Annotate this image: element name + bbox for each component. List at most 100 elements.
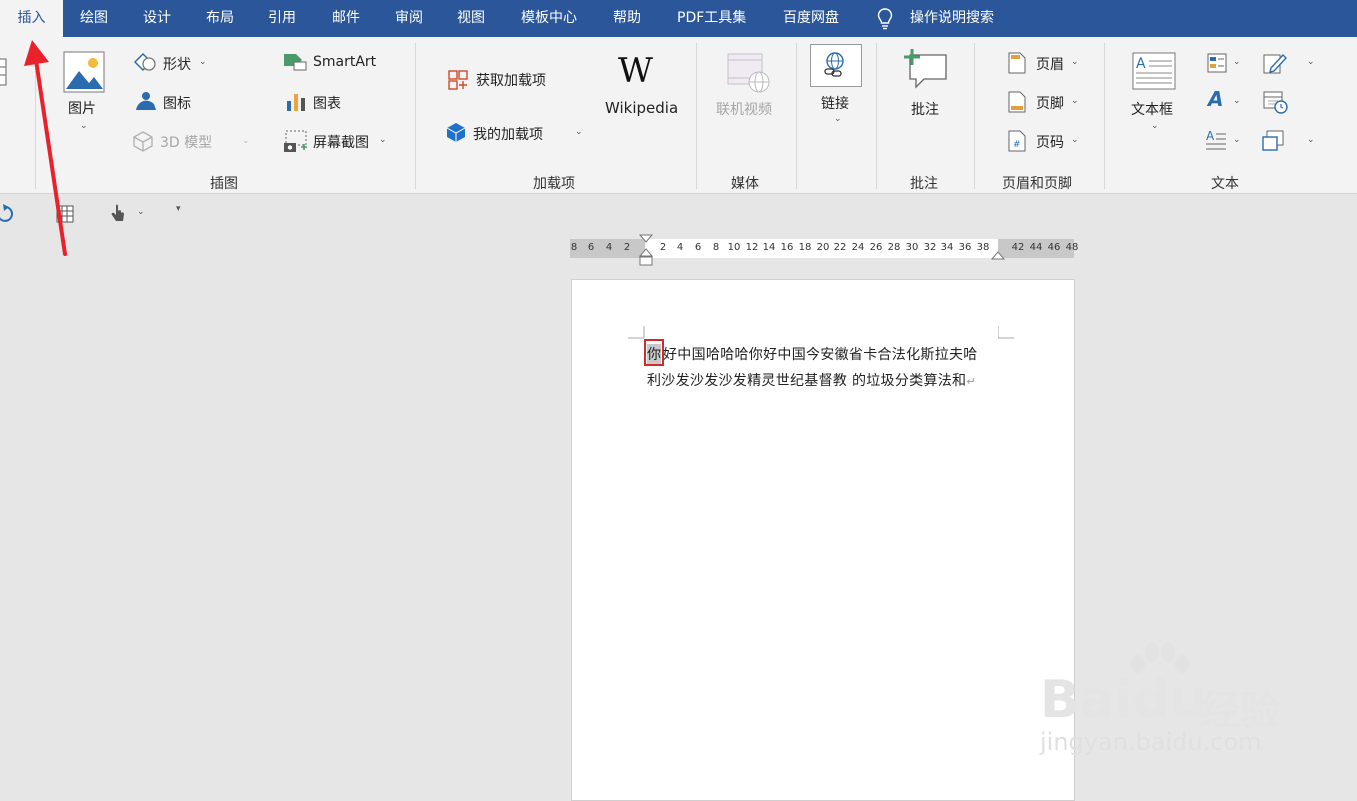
group-label-addins: 加载项 [533,176,575,192]
ruler-tick-label: 34 [940,242,954,253]
textbox-button[interactable]: 文本框 [1131,99,1173,119]
chevron-down-icon[interactable]: ⌄ [1307,57,1315,67]
redo-icon[interactable] [0,204,16,224]
get-addins-button[interactable]: 获取加载项 [476,70,546,90]
shapes-icon[interactable] [132,51,158,73]
ruler-tick-label: 28 [887,242,901,253]
chevron-down-icon[interactable]: ⌄ [1233,135,1241,145]
store-icon[interactable] [447,67,471,91]
page-number-icon[interactable]: # [1008,130,1026,152]
wikipedia-button[interactable]: Wikipedia [605,99,678,117]
document-page[interactable]: 你 好中国哈哈哈你好中国今安徽省卡合法化斯拉夫哈 利沙发沙发沙发精灵世纪基督教 … [571,279,1075,801]
separator [876,43,877,189]
document-line-2[interactable]: 利沙发沙发沙发精灵世纪基督教 的垃圾分类算法和↵ [647,370,976,390]
ruler-tick-label: 8 [712,242,720,253]
new-comment-icon[interactable] [900,47,950,93]
ruler-tick-label: 6 [587,242,595,253]
customize-qat-icon[interactable]: ▾ [176,204,181,214]
tab-pdf-tools[interactable]: PDF工具集 [677,0,746,37]
screenshot-button[interactable]: 屏幕截图 [313,132,369,152]
icons-button[interactable]: 图标 [163,93,191,113]
chevron-down-icon[interactable]: ⌄ [1071,96,1079,106]
chart-button[interactable]: 图表 [313,93,341,113]
ribbon-tab-bar: 插入 绘图 设计 布局 引用 邮件 审阅 视图 模板中心 帮助 PDF工具集 百… [0,0,1357,37]
chevron-down-icon[interactable]: ⌄ [137,207,145,217]
margin-corner-mark [998,326,1014,339]
my-addins-icon[interactable] [445,121,467,143]
ruler-tick-label: 2 [659,242,667,253]
chevron-down-icon[interactable]: ⌄ [1233,96,1241,106]
wikipedia-icon[interactable]: W [618,51,653,91]
chevron-down-icon[interactable]: ⌄ [1233,57,1241,67]
lightbulb-icon[interactable] [877,8,893,30]
watermark-url: jingyan.baidu.com [1040,728,1262,756]
chevron-down-icon[interactable]: ⌄ [1071,135,1079,145]
chevron-down-icon[interactable]: ⌄ [199,57,207,67]
selected-text[interactable]: 你 [647,344,662,364]
object-icon[interactable] [1262,130,1286,152]
table-icon[interactable] [0,57,8,87]
tab-references[interactable]: 引用 [268,0,296,37]
tab-view[interactable]: 视图 [457,0,485,37]
cube-3d-icon [133,131,153,152]
textbox-icon[interactable]: A [1132,52,1176,90]
tab-review[interactable]: 审阅 [395,0,423,37]
tab-mailings[interactable]: 邮件 [332,0,360,37]
smartart-button[interactable]: SmartArt [313,54,376,70]
footer-icon[interactable] [1008,91,1026,113]
chevron-down-icon[interactable]: ⌄ [1071,57,1079,67]
chevron-down-icon[interactable]: ⌄ [1151,121,1159,131]
tab-draw[interactable]: 绘图 [80,0,108,37]
tab-template-center[interactable]: 模板中心 [521,0,577,37]
chevron-down-icon[interactable]: ⌄ [834,114,842,124]
screenshot-icon[interactable] [283,129,309,153]
tab-baidu-netdisk[interactable]: 百度网盘 [783,0,839,37]
touch-mode-icon[interactable] [110,204,126,224]
drop-cap-icon[interactable]: A [1205,129,1227,151]
tab-design[interactable]: 设计 [143,0,171,37]
ruler-tick-label: 22 [833,242,847,253]
document-line-1[interactable]: 好中国哈哈哈你好中国今安徽省卡合法化斯拉夫哈 [663,344,978,364]
indent-marker-icon[interactable] [639,234,653,268]
comment-button[interactable]: 批注 [911,99,939,119]
tab-layout[interactable]: 布局 [206,0,234,37]
tab-help[interactable]: 帮助 [613,0,641,37]
ruler-tick-label: 16 [780,242,794,253]
ruler-tick-label: 14 [762,242,776,253]
chevron-down-icon[interactable]: ⌄ [80,121,88,131]
link-button[interactable]: 链接 [821,93,849,113]
header-icon[interactable] [1008,52,1026,74]
chevron-down-icon[interactable]: ⌄ [379,135,387,145]
separator [796,43,797,189]
footer-button[interactable]: 页脚 [1036,93,1064,113]
icons-icon[interactable] [134,90,158,112]
my-addins-button[interactable]: 我的加载项 [473,124,543,144]
ruler-tick-label: 20 [816,242,830,253]
group-label-comments: 批注 [910,176,938,192]
right-indent-marker-icon[interactable] [991,249,1005,261]
wordart-icon[interactable]: A [1208,87,1223,111]
page-number-button[interactable]: 页码 [1036,132,1064,152]
link-icon-box[interactable] [810,44,862,87]
ruler-tick-label: 18 [798,242,812,253]
tell-me-search[interactable]: 操作说明搜索 [910,0,994,37]
svg-text:A: A [1136,56,1146,72]
signature-line-icon[interactable] [1263,52,1287,74]
smartart-icon[interactable] [282,52,308,72]
chart-icon[interactable] [285,91,307,113]
online-video-icon [727,53,770,93]
quick-parts-icon[interactable] [1207,53,1227,73]
header-button[interactable]: 页眉 [1036,54,1064,74]
svg-text:A: A [1206,129,1215,143]
ruler-tick-label: 44 [1029,242,1043,253]
chevron-down-icon[interactable]: ⌄ [1307,135,1315,145]
date-time-icon[interactable] [1263,90,1289,114]
ruler-tick-label: 42 [1011,242,1025,253]
ruler-tick-label: 4 [676,242,684,253]
red-arrow-annotation [24,40,67,256]
tab-insert[interactable]: 插入 [0,0,63,37]
online-video-button: 联机视频 [716,102,772,118]
document-line-2-text[interactable]: 利沙发沙发沙发精灵世纪基督教 的垃圾分类算法和 [647,373,966,389]
shapes-button[interactable]: 形状 [163,54,191,74]
chevron-down-icon[interactable]: ⌄ [575,127,583,137]
